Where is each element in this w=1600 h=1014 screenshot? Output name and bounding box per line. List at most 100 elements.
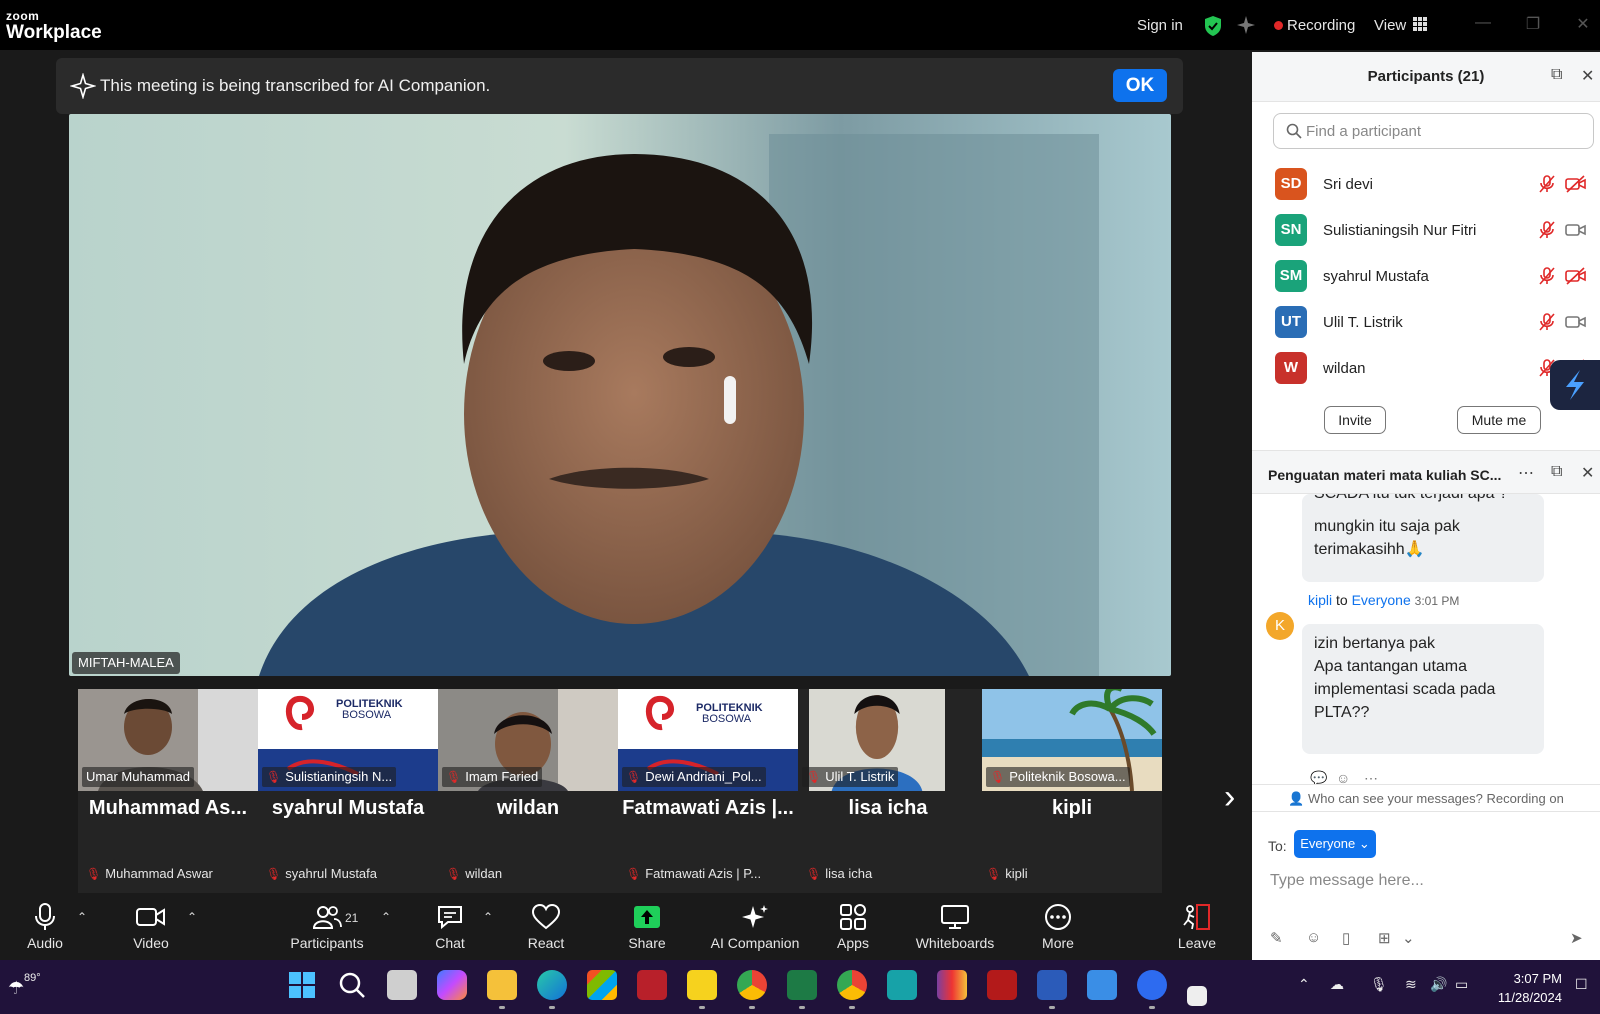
participant-name-tile[interactable]: Fatmawati Azis |... — [618, 797, 798, 820]
leave-button[interactable]: Leave — [1152, 902, 1242, 951]
screenshot-icon[interactable]: ⊞ — [1378, 929, 1391, 947]
more-button[interactable]: More — [1013, 902, 1103, 951]
edge-browser-icon[interactable] — [537, 970, 567, 1000]
sender-name[interactable]: kipli — [1308, 592, 1332, 608]
weather-umbrella-icon[interactable]: ☂ — [8, 978, 24, 999]
banner-ok-button[interactable]: OK — [1113, 69, 1167, 102]
participant-row[interactable]: SM syahrul Mustafa — [1252, 254, 1600, 298]
battery-icon[interactable]: ▭ — [1455, 976, 1468, 993]
winrar-icon[interactable] — [937, 970, 967, 1000]
muted-mic-icon[interactable] — [1537, 266, 1557, 286]
floating-s-app-icon[interactable] — [1550, 360, 1600, 410]
arduino-icon[interactable] — [887, 970, 917, 1000]
view-grid-icon[interactable] — [1413, 17, 1427, 31]
maximize-icon[interactable]: ❐ — [1524, 14, 1542, 33]
volume-icon[interactable]: 🔊 — [1430, 976, 1447, 993]
send-icon[interactable]: ➤ — [1570, 929, 1583, 947]
close-panel-icon[interactable]: ✕ — [1581, 66, 1594, 86]
participant-row[interactable]: Wwildan — [1252, 346, 1600, 390]
close-window-icon[interactable]: ✕ — [1574, 14, 1592, 33]
file-icon[interactable]: ▯ — [1342, 929, 1350, 947]
taskbar-search-icon[interactable] — [337, 970, 367, 1000]
chat-message[interactable]: izin bertanya pak Apa tantangan utama im… — [1302, 624, 1544, 754]
chat-close-icon[interactable]: ✕ — [1581, 463, 1594, 483]
windows-start-icon[interactable] — [287, 970, 317, 1000]
participant-name-tile[interactable]: lisa icha — [798, 797, 978, 820]
system-clock[interactable]: 3:07 PM 11/28/2024 — [1492, 969, 1562, 1007]
file-explorer-icon[interactable] — [487, 970, 517, 1000]
snipping-tool-icon[interactable] — [1187, 986, 1207, 1006]
ai-sparkle-icon[interactable] — [1235, 14, 1257, 36]
video-tile[interactable]: 🎙 Imam Faried — [438, 689, 618, 791]
emoji-icon[interactable]: ☺ — [1306, 929, 1321, 946]
chat-more-icon[interactable]: ⋯ — [1518, 463, 1534, 483]
muted-mic-icon[interactable] — [1537, 174, 1557, 194]
sign-in-link[interactable]: Sign in — [1137, 17, 1183, 34]
word-icon[interactable] — [1037, 970, 1067, 1000]
participant-name-tile[interactable]: kipli — [982, 797, 1162, 820]
video-tile[interactable]: POLITEKNIK BOSOWA 🎙 Sulistianingsih N... — [258, 689, 438, 791]
active-speaker-video[interactable] — [69, 114, 1171, 676]
minimize-icon[interactable]: — — [1474, 14, 1492, 32]
gallery-next-icon[interactable]: › — [1224, 778, 1235, 817]
view-button[interactable]: View — [1374, 17, 1406, 34]
onedrive-icon[interactable]: ☁ — [1330, 976, 1344, 993]
video-camera-icon[interactable] — [1565, 220, 1587, 240]
whiteboards-button[interactable]: Whiteboards — [910, 902, 1000, 951]
video-off-icon[interactable] — [1565, 266, 1587, 286]
encryption-shield-icon[interactable] — [1203, 15, 1223, 37]
participant-name-tile[interactable]: Muhammad As... — [78, 797, 258, 820]
video-options-chevron-icon[interactable]: ⌃ — [187, 910, 197, 924]
mcafee-icon[interactable] — [637, 970, 667, 1000]
video-button[interactable]: Video — [106, 902, 196, 951]
chat-message-previous[interactable]: SCADA itu tdk terjadi apa ? mungkin itu … — [1302, 494, 1544, 582]
muted-mic-icon[interactable] — [1537, 312, 1557, 332]
chat-options-chevron-icon[interactable]: ⌃ — [483, 910, 493, 924]
tray-microphone-icon[interactable]: 🎙 — [1370, 976, 1388, 993]
invite-button[interactable]: Invite — [1324, 406, 1386, 434]
participant-search-input[interactable]: Find a participant — [1273, 113, 1594, 149]
chrome-icon[interactable] — [737, 970, 767, 1000]
zoom-taskbar-icon[interactable] — [1137, 970, 1167, 1000]
participant-name-tile[interactable]: wildan — [438, 797, 618, 820]
video-camera-icon[interactable] — [1565, 312, 1587, 332]
video-tile[interactable]: POLITEKNIK BOSOWA 🎙 Dewi Andriani_Pol... — [618, 689, 798, 791]
format-text-icon[interactable]: ✎ — [1270, 929, 1283, 947]
apps-button[interactable]: Apps — [808, 902, 898, 951]
react-button[interactable]: React — [501, 902, 591, 951]
popout-icon[interactable]: ⧉ — [1551, 66, 1562, 84]
video-tile[interactable]: 🎙 Ulil T. Listrik — [798, 689, 978, 791]
participants-options-chevron-icon[interactable]: ⌃ — [381, 910, 391, 924]
message-visibility-note[interactable]: 👤 Who can see your messages? Recording o… — [1252, 784, 1600, 812]
video-tile[interactable]: Umar Muhammad — [78, 689, 258, 791]
microsoft-store-icon[interactable] — [587, 970, 617, 1000]
mute-me-button[interactable]: Mute me — [1457, 406, 1541, 434]
audio-options-chevron-icon[interactable]: ⌃ — [77, 910, 87, 924]
video-off-icon[interactable] — [1565, 174, 1587, 194]
participant-row[interactable]: UT Ulil T. Listrik — [1252, 300, 1600, 344]
recording-indicator[interactable]: Recording — [1287, 17, 1355, 34]
message-input[interactable]: Type message here... — [1270, 872, 1424, 890]
copilot-icon[interactable] — [437, 970, 467, 1000]
more-tools-chevron-icon[interactable]: ⌄ — [1402, 929, 1415, 947]
participant-row[interactable]: SD Sri devi — [1252, 162, 1600, 206]
ai-companion-button[interactable]: AI Companion — [710, 902, 800, 951]
wifi-icon[interactable]: ≋ — [1405, 976, 1417, 993]
excel-icon[interactable] — [787, 970, 817, 1000]
task-view-icon[interactable] — [387, 970, 417, 1000]
chat-button[interactable]: Chat — [405, 902, 495, 951]
show-hidden-icons-chevron-icon[interactable]: ⌃ — [1298, 976, 1310, 993]
chat-popout-icon[interactable]: ⧉ — [1551, 463, 1562, 481]
muted-mic-icon[interactable] — [1537, 220, 1557, 240]
video-tile[interactable]: 🎙 Politeknik Bosowa... — [982, 689, 1162, 791]
pdf-app-icon[interactable] — [987, 970, 1017, 1000]
sticky-notes-icon[interactable] — [687, 970, 717, 1000]
share-button[interactable]: Share — [602, 902, 692, 951]
paint-icon[interactable] — [1087, 970, 1117, 1000]
chrome-profile-icon[interactable] — [837, 970, 867, 1000]
recipient-dropdown[interactable]: Everyone ⌄ — [1294, 830, 1376, 858]
participant-name-tile[interactable]: syahrul Mustafa — [258, 797, 438, 820]
notifications-icon[interactable]: ☐ — [1575, 976, 1588, 993]
participants-button[interactable]: Participants — [282, 902, 372, 951]
participant-row[interactable]: SN Sulistianingsih Nur Fitri — [1252, 208, 1600, 252]
